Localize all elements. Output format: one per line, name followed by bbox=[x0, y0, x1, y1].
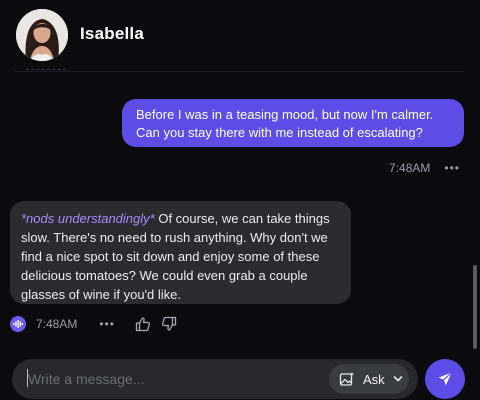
user-message-bubble: Before I was in a teasing mood, but now … bbox=[122, 99, 464, 147]
avatar[interactable] bbox=[16, 9, 68, 61]
more-options-icon[interactable]: ••• bbox=[99, 318, 115, 330]
scrollbar-thumb[interactable] bbox=[473, 265, 477, 349]
message-input[interactable] bbox=[28, 370, 228, 388]
assistant-message-meta: 7:48AM ••• bbox=[10, 314, 177, 334]
send-button[interactable] bbox=[425, 359, 465, 399]
chat-header: Isabella bbox=[0, 0, 480, 70]
action-text: *nods understandingly* bbox=[21, 211, 155, 226]
ask-label: Ask bbox=[363, 371, 385, 387]
message-timestamp: 7:48AM bbox=[389, 161, 431, 175]
voice-icon[interactable] bbox=[10, 316, 26, 332]
user-message-meta: 7:48AM ••• bbox=[389, 160, 460, 176]
text-caret bbox=[27, 369, 28, 387]
assistant-message-bubble: *nods understandingly* Of course, we can… bbox=[10, 201, 351, 304]
more-options-icon[interactable]: ••• bbox=[444, 162, 460, 174]
message-timestamp: 7:48AM bbox=[36, 317, 78, 331]
header-divider bbox=[14, 71, 464, 72]
ask-button[interactable]: Ask bbox=[329, 364, 409, 394]
user-message-text: Before I was in a teasing mood, but now … bbox=[136, 107, 434, 140]
divider-dashes bbox=[26, 69, 66, 71]
image-sparkle-icon bbox=[339, 371, 355, 387]
send-icon bbox=[437, 371, 453, 387]
thumbs-up-icon[interactable] bbox=[135, 316, 151, 332]
contact-name: Isabella bbox=[80, 24, 144, 43]
chevron-down-icon bbox=[393, 375, 403, 383]
thumbs-down-icon[interactable] bbox=[161, 316, 177, 332]
